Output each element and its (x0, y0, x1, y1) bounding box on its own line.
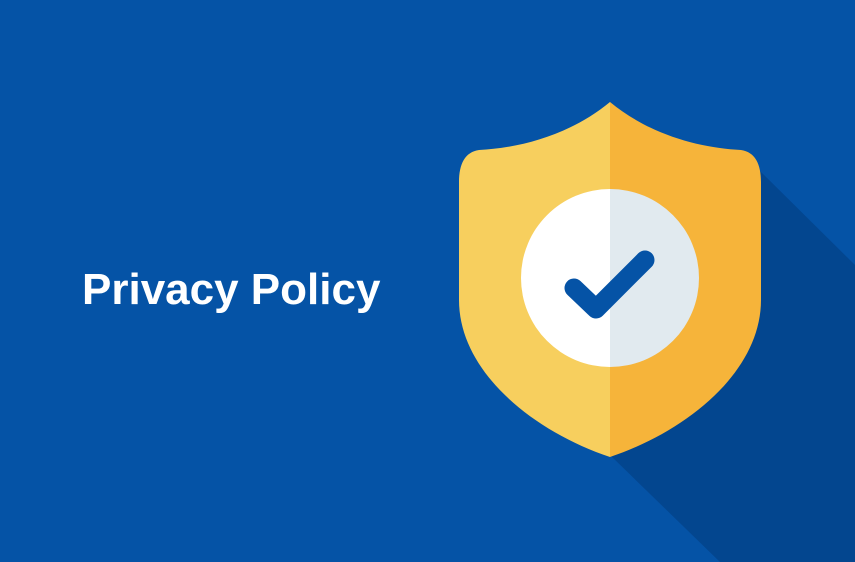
privacy-policy-banner: Privacy Policy (0, 0, 855, 562)
page-title: Privacy Policy (82, 265, 381, 314)
